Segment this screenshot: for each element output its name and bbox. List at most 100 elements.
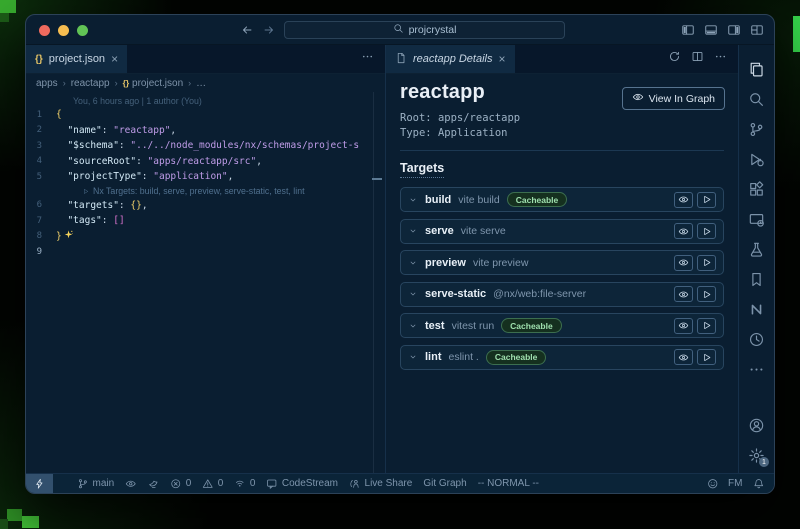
chevron-down-icon[interactable] xyxy=(408,321,418,331)
layout-grid-button[interactable] xyxy=(750,23,764,42)
play-icon xyxy=(701,257,712,268)
zoom-window-button[interactable] xyxy=(77,25,88,36)
git-graph-status[interactable]: Git Graph xyxy=(423,474,466,493)
run-target-button[interactable] xyxy=(697,255,716,271)
bird-indicator[interactable] xyxy=(148,474,160,493)
activity-item-bookmark[interactable] xyxy=(739,264,774,294)
errors-indicator[interactable]: 0 xyxy=(170,474,191,493)
fm-indicator[interactable]: FM xyxy=(728,474,742,493)
activity-item-account[interactable] xyxy=(739,410,774,440)
back-button[interactable] xyxy=(240,23,254,42)
activity-item-remote[interactable] xyxy=(739,204,774,234)
minimize-window-button[interactable] xyxy=(58,25,69,36)
run-target-button[interactable] xyxy=(697,223,716,239)
gitlens-blame-toggle[interactable] xyxy=(125,474,137,493)
code-token: : xyxy=(142,171,153,182)
tab-project-json[interactable]: {} project.json × xyxy=(26,45,127,73)
show-target-config-button[interactable] xyxy=(674,286,693,302)
close-window-button[interactable] xyxy=(39,25,50,36)
run-target-button[interactable] xyxy=(697,286,716,302)
target-row-lint[interactable]: linteslint .Cacheable xyxy=(400,345,724,370)
target-row-preview[interactable]: previewvite preview xyxy=(400,250,724,275)
show-target-config-button[interactable] xyxy=(674,223,693,239)
chevron-down-icon[interactable] xyxy=(408,289,418,299)
target-name: serve xyxy=(425,225,454,237)
copilot-sparkle-icon[interactable] xyxy=(62,229,74,243)
more-actions-button[interactable] xyxy=(361,50,374,68)
status-bar: main000CodeStreamLive ShareGit Graph-- N… xyxy=(26,473,774,493)
target-row-build[interactable]: buildvite buildCacheable xyxy=(400,187,724,212)
activity-item-more[interactable] xyxy=(739,354,774,384)
activity-item-history[interactable] xyxy=(739,324,774,354)
close-tab-icon[interactable]: × xyxy=(499,53,506,65)
code-token: { xyxy=(56,109,62,120)
panel-right-button[interactable] xyxy=(727,23,741,42)
overview-ruler-mark xyxy=(372,178,382,180)
run-target-button[interactable] xyxy=(697,192,716,208)
chevron-down-icon[interactable] xyxy=(408,226,418,236)
split-button[interactable] xyxy=(691,50,704,68)
forward-button[interactable] xyxy=(262,23,276,42)
refresh-icon xyxy=(668,50,681,63)
command-center-search[interactable]: projcrystal xyxy=(284,21,565,39)
show-target-config-button[interactable] xyxy=(674,192,693,208)
breadcrumb-item--[interactable]: … xyxy=(196,78,206,89)
git-branch-status[interactable]: main xyxy=(77,474,114,493)
vscode-window: projcrystal {} project.json × apps›react… xyxy=(25,14,775,494)
nx-remote-indicator[interactable] xyxy=(26,474,53,493)
activity-item-settings[interactable]: 1 xyxy=(739,440,774,470)
run-target-button[interactable] xyxy=(697,349,716,365)
activity-bar-top xyxy=(739,54,774,384)
activity-item-run-debug[interactable] xyxy=(739,144,774,174)
chevron-down-icon[interactable] xyxy=(408,352,418,362)
more-button[interactable] xyxy=(714,50,727,68)
show-target-config-button[interactable] xyxy=(674,349,693,365)
code-editor[interactable]: You, 6 hours ago | 1 author (You)1{2 "na… xyxy=(26,92,385,473)
tab-reactapp-details[interactable]: reactapp Details × xyxy=(386,45,515,73)
view-in-graph-button[interactable]: View In Graph xyxy=(622,87,725,110)
breadcrumb-item-reactapp[interactable]: reactapp xyxy=(71,78,110,89)
target-row-serve-static[interactable]: serve-static@nx/web:file-server xyxy=(400,282,724,307)
status-label: main xyxy=(93,478,115,489)
activity-item-search[interactable] xyxy=(739,84,774,114)
close-tab-icon[interactable]: × xyxy=(111,53,118,65)
panel-left-button[interactable] xyxy=(681,23,695,42)
wallpaper-pixel xyxy=(0,13,9,22)
status-label: FM xyxy=(728,478,742,489)
run-target-button[interactable] xyxy=(697,318,716,334)
breadcrumb-item-project-json[interactable]: {} project.json xyxy=(123,78,184,89)
chevron-down-icon[interactable] xyxy=(408,258,418,268)
code-token: : xyxy=(102,215,113,226)
panel-bottom-button[interactable] xyxy=(704,23,718,42)
show-target-config-button[interactable] xyxy=(674,255,693,271)
chevron-down-icon[interactable] xyxy=(408,195,418,205)
vim-mode-indicator[interactable]: -- NORMAL -- xyxy=(478,474,539,493)
notifications-bell[interactable] xyxy=(753,474,765,493)
show-target-config-button[interactable] xyxy=(674,318,693,334)
layout-grid-icon xyxy=(750,23,764,37)
warnings-indicator[interactable]: 0 xyxy=(202,474,223,493)
activity-item-beaker[interactable] xyxy=(739,234,774,264)
code-token: "projectType" xyxy=(56,171,142,182)
codestream-status[interactable]: CodeStream xyxy=(266,474,338,493)
refresh-button[interactable] xyxy=(668,50,681,68)
activity-item-extensions[interactable] xyxy=(739,174,774,204)
feedback-smiley[interactable] xyxy=(707,474,719,493)
tab-bar-left: {} project.json × xyxy=(26,45,385,74)
cacheable-badge: Cacheable xyxy=(486,350,547,365)
nx-targets-codelens[interactable]: Nx Targets: build, serve, preview, serve… xyxy=(26,185,385,198)
title-bar: projcrystal xyxy=(26,15,774,45)
status-bar-left: main000CodeStreamLive ShareGit Graph-- N… xyxy=(26,474,550,493)
target-row-serve[interactable]: servevite serve xyxy=(400,219,724,244)
status-label: Live Share xyxy=(365,478,413,489)
ports-indicator[interactable]: 0 xyxy=(234,474,255,493)
liveshare-icon xyxy=(349,478,361,490)
activity-item-files[interactable] xyxy=(739,54,774,84)
activity-item-nx[interactable] xyxy=(739,294,774,324)
live-share-status[interactable]: Live Share xyxy=(349,474,412,493)
panel-right-icon xyxy=(727,23,741,37)
play-icon xyxy=(701,194,712,205)
activity-item-source-control[interactable] xyxy=(739,114,774,144)
breadcrumb-item-apps[interactable]: apps xyxy=(36,78,58,89)
target-row-test[interactable]: testvitest runCacheable xyxy=(400,313,724,338)
